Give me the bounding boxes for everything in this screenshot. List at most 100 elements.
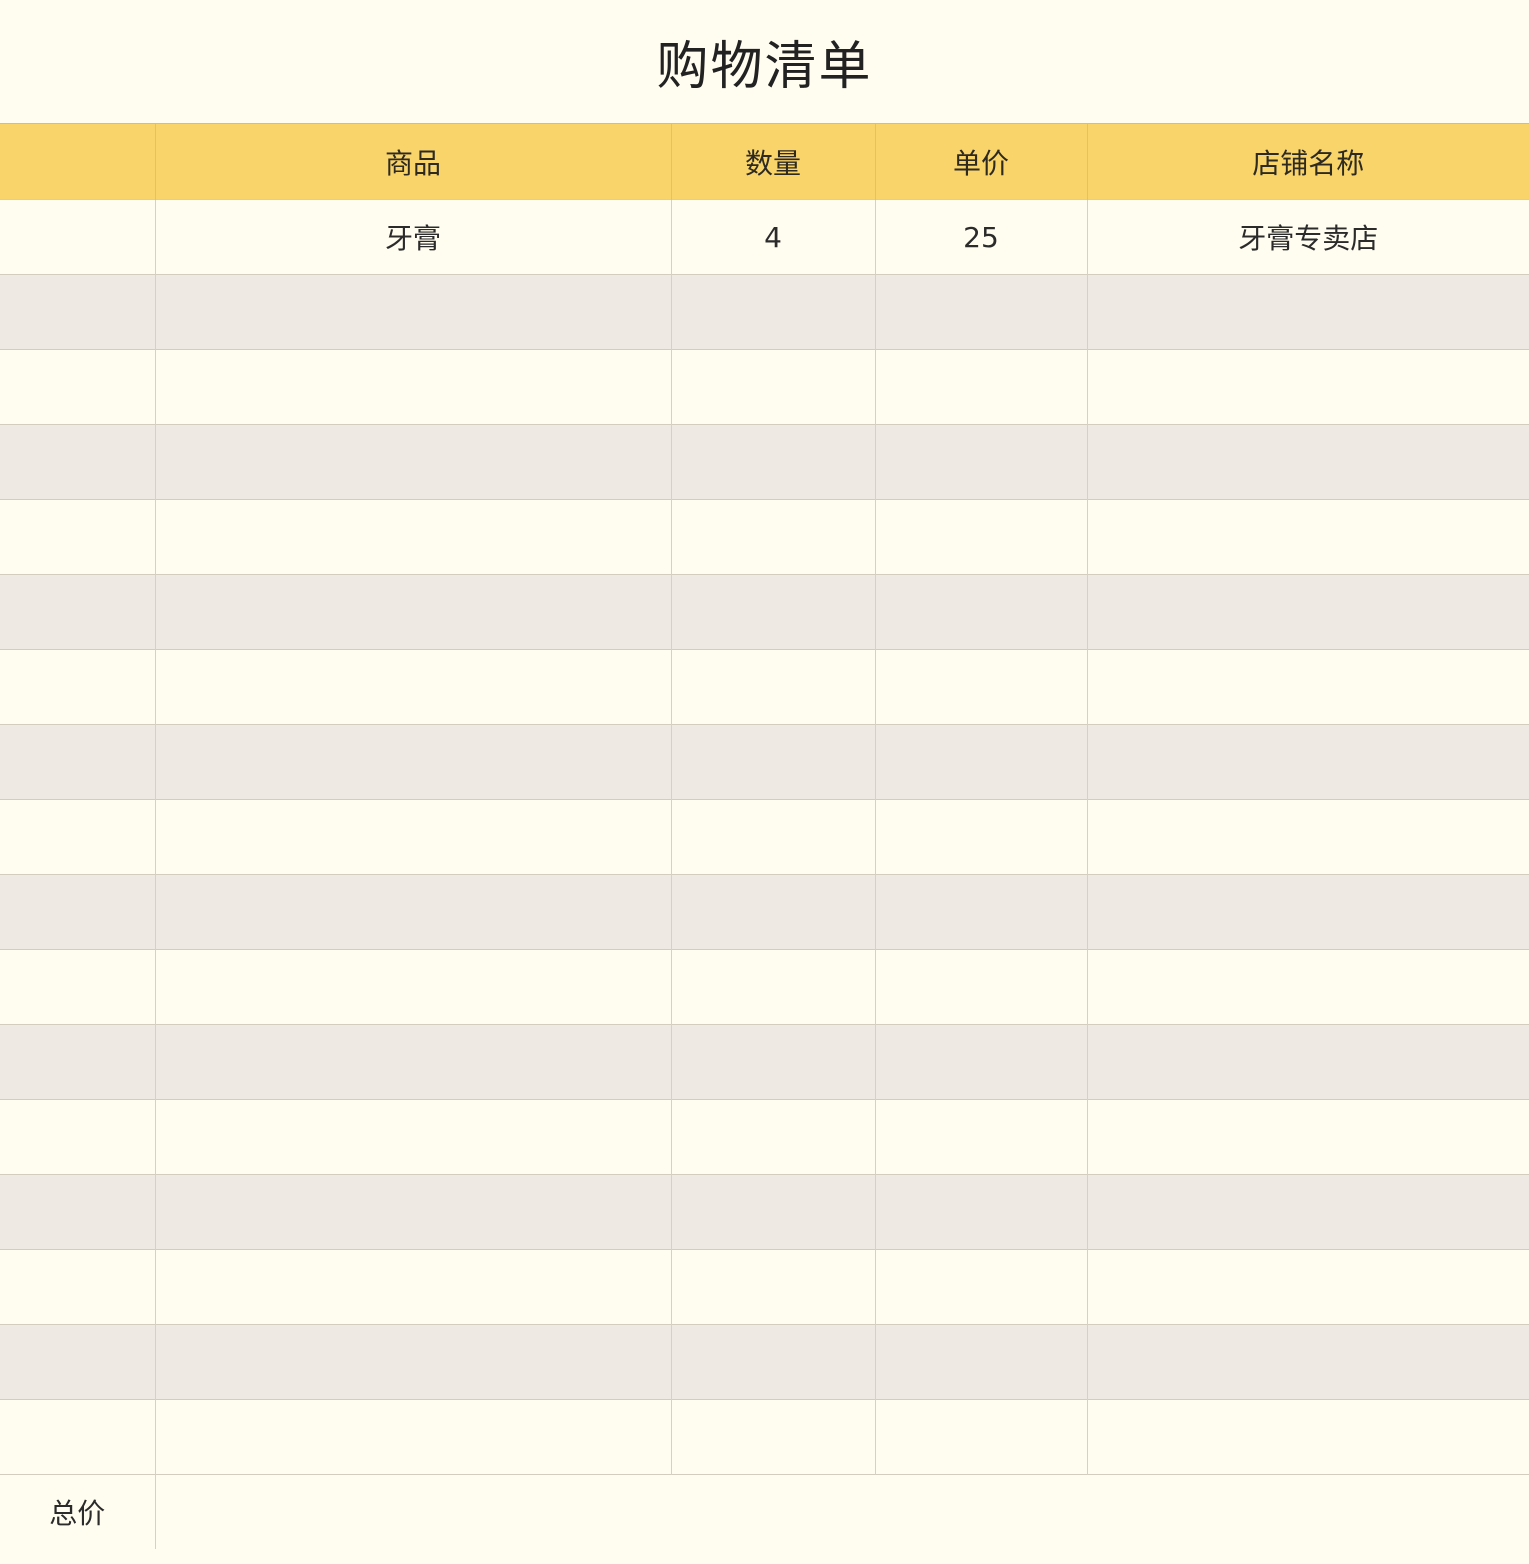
table-row bbox=[0, 799, 1529, 875]
cell-unit-price[interactable] bbox=[874, 574, 1087, 650]
cell-unit-price[interactable] bbox=[874, 799, 1087, 875]
cell-unit-price[interactable] bbox=[874, 1249, 1087, 1325]
cell-index[interactable] bbox=[0, 499, 155, 575]
cell-index[interactable] bbox=[0, 1024, 155, 1100]
total-row: 总价 bbox=[0, 1474, 1529, 1549]
cell-product[interactable] bbox=[154, 1249, 671, 1325]
header-cell-store-name[interactable]: 店铺名称 bbox=[1086, 123, 1529, 200]
cell-store-name[interactable] bbox=[1086, 799, 1529, 875]
table-row bbox=[0, 499, 1529, 575]
cell-store-name[interactable] bbox=[1086, 649, 1529, 725]
cell-quantity[interactable] bbox=[670, 349, 875, 425]
cell-product[interactable] bbox=[154, 1399, 671, 1475]
cell-index[interactable] bbox=[0, 649, 155, 725]
cell-unit-price[interactable]: 25 bbox=[874, 199, 1087, 275]
cell-product[interactable]: 牙膏 bbox=[154, 199, 671, 275]
cell-product[interactable] bbox=[154, 424, 671, 500]
cell-quantity[interactable] bbox=[670, 1399, 875, 1475]
header-cell-index[interactable] bbox=[0, 123, 155, 200]
cell-unit-price[interactable] bbox=[874, 499, 1087, 575]
cell-store-name[interactable] bbox=[1086, 574, 1529, 650]
cell-quantity[interactable] bbox=[670, 574, 875, 650]
cell-index[interactable] bbox=[0, 1399, 155, 1475]
cell-store-name[interactable] bbox=[1086, 424, 1529, 500]
cell-product[interactable] bbox=[154, 574, 671, 650]
cell-quantity[interactable] bbox=[670, 1099, 875, 1175]
cell-index[interactable] bbox=[0, 799, 155, 875]
cell-product[interactable] bbox=[154, 724, 671, 800]
cell-store-name[interactable] bbox=[1086, 499, 1529, 575]
cell-index[interactable] bbox=[0, 274, 155, 350]
cell-store-name[interactable] bbox=[1086, 1324, 1529, 1400]
cell-index[interactable] bbox=[0, 949, 155, 1025]
cell-quantity[interactable] bbox=[670, 1249, 875, 1325]
cell-store-name[interactable] bbox=[1086, 949, 1529, 1025]
cell-product[interactable] bbox=[154, 874, 671, 950]
cell-quantity[interactable] bbox=[670, 1324, 875, 1400]
cell-index[interactable] bbox=[0, 1099, 155, 1175]
cell-product[interactable] bbox=[154, 1324, 671, 1400]
cell-unit-price[interactable] bbox=[874, 349, 1087, 425]
cell-product[interactable] bbox=[154, 1174, 671, 1250]
cell-quantity[interactable] bbox=[670, 274, 875, 350]
cell-quantity[interactable] bbox=[670, 1024, 875, 1100]
cell-index[interactable] bbox=[0, 424, 155, 500]
cell-store-name[interactable] bbox=[1086, 274, 1529, 350]
cell-quantity[interactable] bbox=[670, 724, 875, 800]
cell-store-name[interactable]: 牙膏专卖店 bbox=[1086, 199, 1529, 275]
cell-index[interactable] bbox=[0, 349, 155, 425]
cell-product[interactable] bbox=[154, 799, 671, 875]
cell-store-name[interactable] bbox=[1086, 1174, 1529, 1250]
cell-quantity[interactable]: 4 bbox=[670, 199, 875, 275]
cell-quantity[interactable] bbox=[670, 799, 875, 875]
cell-quantity[interactable] bbox=[670, 499, 875, 575]
cell-store-name[interactable] bbox=[1086, 349, 1529, 425]
cell-unit-price[interactable] bbox=[874, 274, 1087, 350]
cell-unit-price[interactable] bbox=[874, 1099, 1087, 1175]
cell-unit-price[interactable] bbox=[874, 949, 1087, 1025]
cell-store-name[interactable] bbox=[1086, 1399, 1529, 1475]
page-title: 购物清单 bbox=[656, 36, 873, 97]
cell-unit-price[interactable] bbox=[874, 1174, 1087, 1250]
cell-quantity[interactable] bbox=[670, 424, 875, 500]
cell-product[interactable] bbox=[154, 649, 671, 725]
cell-store-name[interactable] bbox=[1086, 1249, 1529, 1325]
cell-product[interactable] bbox=[154, 949, 671, 1025]
table-row bbox=[0, 649, 1529, 725]
cell-quantity[interactable] bbox=[670, 649, 875, 725]
cell-store-name[interactable] bbox=[1086, 724, 1529, 800]
cell-product[interactable] bbox=[154, 1024, 671, 1100]
cell-index[interactable] bbox=[0, 724, 155, 800]
cell-store-name[interactable] bbox=[1086, 874, 1529, 950]
cell-unit-price[interactable] bbox=[874, 649, 1087, 725]
cell-index[interactable] bbox=[0, 199, 155, 275]
cell-unit-price[interactable] bbox=[874, 1024, 1087, 1100]
header-cell-product[interactable]: 商品 bbox=[154, 123, 671, 200]
header-cell-unit-price[interactable]: 单价 bbox=[874, 123, 1087, 200]
cell-index[interactable] bbox=[0, 1174, 155, 1250]
cell-product[interactable] bbox=[154, 349, 671, 425]
cell-unit-price[interactable] bbox=[874, 724, 1087, 800]
total-label: 总价 bbox=[0, 1474, 155, 1549]
cell-index[interactable] bbox=[0, 1324, 155, 1400]
table-row bbox=[0, 1099, 1529, 1175]
cell-unit-price[interactable] bbox=[874, 424, 1087, 500]
header-cell-quantity[interactable]: 数量 bbox=[670, 123, 875, 200]
cell-product[interactable] bbox=[154, 274, 671, 350]
cell-quantity[interactable] bbox=[670, 1174, 875, 1250]
table-row bbox=[0, 1174, 1529, 1250]
cell-unit-price[interactable] bbox=[874, 1399, 1087, 1475]
table-row bbox=[0, 949, 1529, 1025]
cell-quantity[interactable] bbox=[670, 874, 875, 950]
cell-product[interactable] bbox=[154, 499, 671, 575]
cell-store-name[interactable] bbox=[1086, 1024, 1529, 1100]
cell-index[interactable] bbox=[0, 574, 155, 650]
cell-product[interactable] bbox=[154, 1099, 671, 1175]
cell-index[interactable] bbox=[0, 1249, 155, 1325]
cell-unit-price[interactable] bbox=[874, 1324, 1087, 1400]
cell-index[interactable] bbox=[0, 874, 155, 950]
cell-quantity[interactable] bbox=[670, 949, 875, 1025]
cell-store-name[interactable] bbox=[1086, 1099, 1529, 1175]
total-value-cell[interactable] bbox=[154, 1474, 1529, 1549]
cell-unit-price[interactable] bbox=[874, 874, 1087, 950]
